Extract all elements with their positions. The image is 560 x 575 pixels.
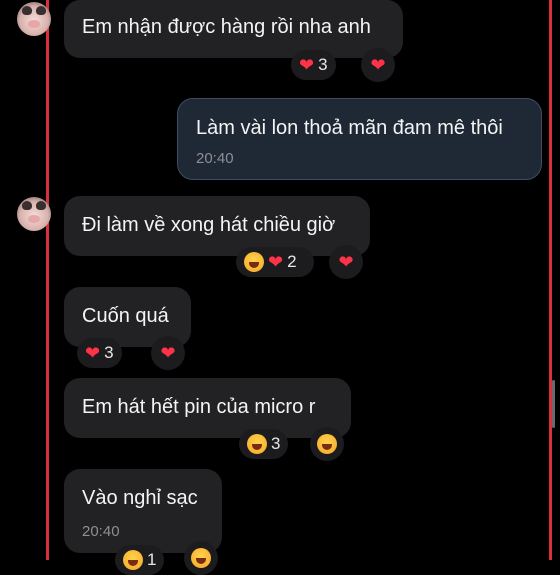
heart-icon: ❤ (160, 343, 176, 363)
reaction-chip[interactable]: ❤ 3 (291, 50, 336, 80)
message-text: Cuốn quá (82, 305, 169, 327)
reaction-count: 2 (287, 252, 297, 271)
my-reaction-button[interactable]: ❤ (151, 336, 185, 370)
heart-icon: ❤ (299, 55, 315, 75)
message-time: 20:40 (196, 150, 234, 167)
message-bubble-incoming[interactable]: Đi làm về xong hát chiều giờ (64, 196, 370, 256)
heart-icon: ❤ (268, 252, 284, 272)
message-text: Em hát hết pin của micro r (82, 396, 316, 418)
message-text: Vào nghỉ sạc (82, 487, 198, 509)
my-reaction-button[interactable] (310, 427, 344, 461)
reaction-chip[interactable]: 3 (239, 429, 289, 459)
selection-frame-right (549, 0, 552, 560)
message-text: Em nhận được hàng rồi nha anh (82, 16, 371, 38)
message-text: Đi làm về xong hát chiều giờ (82, 214, 336, 236)
reaction-count: 3 (104, 343, 114, 362)
message-bubble-incoming[interactable]: Em nhận được hàng rồi nha anh (64, 0, 403, 58)
message-text: Làm vài lon thoả mãn đam mê thôi (196, 117, 503, 139)
message-bubble-incoming[interactable]: Em hát hết pin của micro r (64, 378, 351, 438)
laughing-face-icon (317, 434, 337, 454)
heart-icon: ❤ (85, 343, 101, 363)
reaction-chip[interactable]: ❤ 3 (77, 338, 122, 368)
heart-icon: ❤ (370, 55, 386, 75)
message-bubble-outgoing[interactable]: Làm vài lon thoả mãn đam mê thôi 20:40 (177, 98, 542, 180)
reaction-chip[interactable]: 1 (115, 545, 165, 575)
my-reaction-button[interactable] (184, 541, 218, 575)
my-reaction-button[interactable]: ❤ (329, 245, 363, 279)
laughing-face-icon (123, 550, 143, 570)
sender-avatar[interactable] (17, 197, 51, 231)
reaction-count: 1 (147, 550, 157, 569)
reaction-count: 3 (271, 434, 281, 453)
reaction-chip[interactable]: ❤ 2 (236, 247, 314, 277)
laughing-face-icon (244, 252, 264, 272)
selection-frame-left (46, 0, 49, 560)
my-reaction-button[interactable]: ❤ (361, 48, 395, 82)
scrollbar[interactable] (552, 380, 555, 428)
laughing-face-icon (247, 434, 267, 454)
sender-avatar[interactable] (17, 2, 51, 36)
message-time: 20:40 (82, 523, 120, 540)
reaction-count: 3 (318, 55, 328, 74)
laughing-face-icon (191, 548, 211, 568)
heart-icon: ❤ (338, 252, 354, 272)
